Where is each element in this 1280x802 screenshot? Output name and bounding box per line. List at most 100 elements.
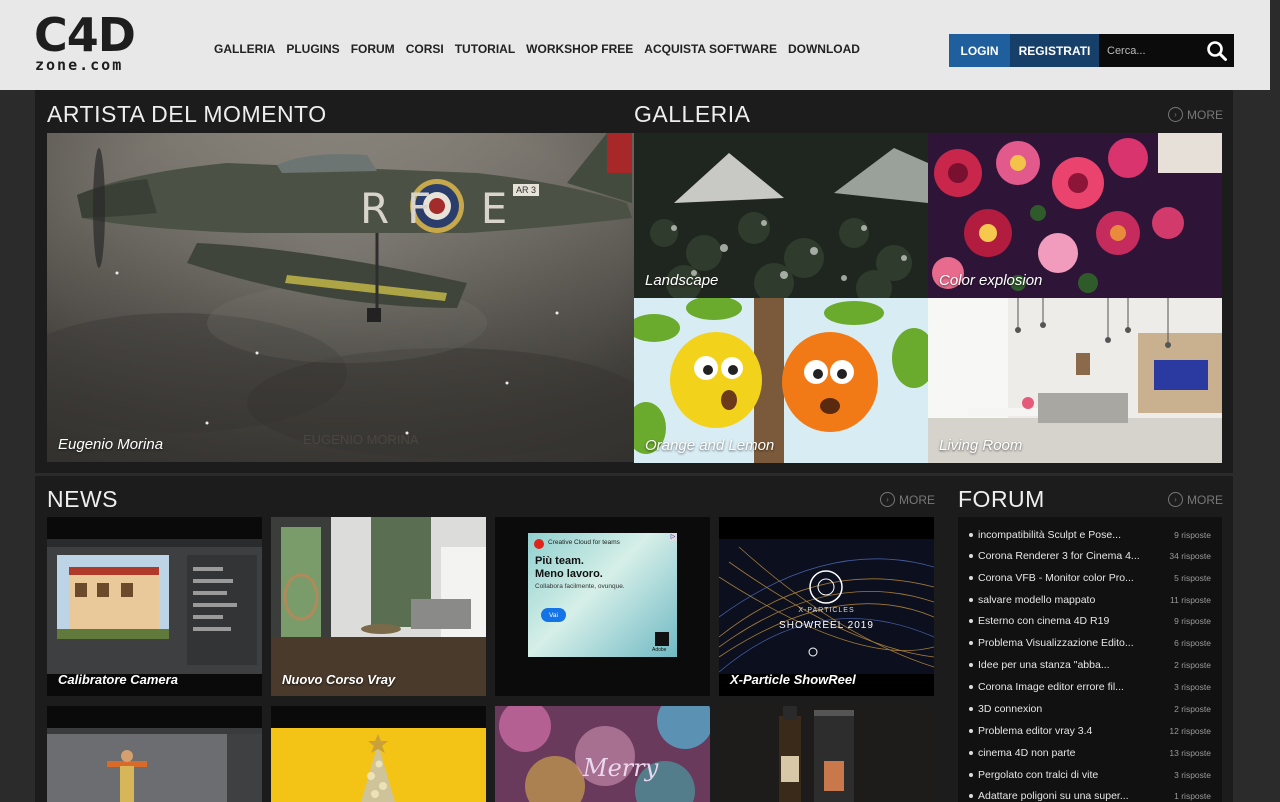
- news-section-title: NEWS: [47, 486, 118, 512]
- gallery-section-title: GALLERIA: [634, 101, 751, 127]
- news-item[interactable]: X-PARTICLES SHOWREEL 2019 X-Particle Sho…: [719, 517, 934, 696]
- bullet-icon: [969, 619, 973, 623]
- ad-choices-icon[interactable]: ▷: [669, 533, 677, 541]
- register-button[interactable]: REGISTRATI: [1010, 34, 1099, 67]
- nav-corsi[interactable]: CORSI: [406, 42, 444, 56]
- search-input[interactable]: [1099, 34, 1199, 67]
- forum-topic[interactable]: Idee per una stanza "abba... 2 risposte: [958, 654, 1222, 676]
- creative-cloud-icon: [534, 539, 544, 549]
- bullet-icon: [969, 554, 973, 558]
- gallery-more-link[interactable]: › MORE: [1168, 107, 1223, 122]
- nav-tutorial[interactable]: TUTORIAL: [455, 42, 515, 56]
- chevron-right-icon: ›: [1168, 107, 1183, 122]
- forum-topic-replies: 9 risposte: [1174, 530, 1211, 540]
- vray-course-image: [271, 517, 486, 696]
- forum-topic-title[interactable]: Idee per una stanza "abba...: [978, 659, 1110, 671]
- more-label: MORE: [1187, 107, 1223, 122]
- news-caption: Calibratore Camera: [58, 672, 178, 687]
- ad-cta-button[interactable]: Vai: [541, 608, 566, 622]
- forum-topic-title[interactable]: incompatibilità Sculpt e Pose...: [978, 529, 1121, 541]
- nav-workshop-free[interactable]: WORKSHOP FREE: [526, 42, 633, 56]
- news-item[interactable]: [719, 706, 934, 802]
- site-logo[interactable]: C4D zone.com: [34, 12, 174, 76]
- camera-calibrator-image: [47, 517, 262, 696]
- ad-brand: Creative Cloud for teams: [548, 539, 620, 546]
- gallery-caption: Color explosion: [939, 272, 1043, 289]
- forum-topic-title[interactable]: Corona Renderer 3 for Cinema 4...: [978, 550, 1140, 562]
- artist-tile[interactable]: RF E AR 3 EUGENIO MORINA Eugenio Morina: [47, 133, 634, 462]
- forum-topic-replies: 6 risposte: [1174, 638, 1211, 648]
- forum-more-link[interactable]: › MORE: [1168, 492, 1223, 507]
- news-item[interactable]: Calibratore Camera: [47, 517, 262, 696]
- gallery-item[interactable]: Orange and Lemon: [634, 298, 928, 463]
- forum-list: incompatibilità Sculpt e Pose... 9 rispos…: [958, 517, 1222, 802]
- news-more-link[interactable]: › MORE: [880, 492, 935, 507]
- nav-forum[interactable]: FORUM: [351, 42, 395, 56]
- adobe-logo-icon: [655, 632, 669, 646]
- bullet-icon: [969, 641, 973, 645]
- gallery-caption: Orange and Lemon: [645, 437, 775, 454]
- merry-text: Merry: [583, 754, 659, 782]
- forum-topic-title[interactable]: Pergolato con tralci di vite: [978, 769, 1098, 781]
- forum-topic-title[interactable]: Corona VFB - Monitor color Pro...: [978, 572, 1134, 584]
- ad-headline-2: Meno lavoro.: [535, 568, 603, 580]
- chevron-right-icon: ›: [1168, 492, 1183, 507]
- news-item[interactable]: [47, 706, 262, 802]
- forum-topic[interactable]: incompatibilità Sculpt e Pose... 9 rispos…: [958, 524, 1222, 546]
- forum-topic-title[interactable]: Problema Visualizzazione Edito...: [978, 637, 1134, 649]
- news-item[interactable]: Merry: [495, 706, 710, 802]
- bullet-icon: [969, 533, 973, 537]
- christmas-tree-image: [271, 706, 486, 802]
- forum-topic-title[interactable]: Adattare poligoni su una super...: [978, 790, 1129, 802]
- nav-acquista-software[interactable]: ACQUISTA SOFTWARE: [644, 42, 777, 56]
- forum-topic[interactable]: salvare modello mappato 11 risposte: [958, 589, 1222, 611]
- forum-topic-title[interactable]: Corona Image editor errore fil...: [978, 681, 1124, 693]
- forum-topic-title[interactable]: Problema editor vray 3.4: [978, 725, 1092, 737]
- character-rig-image: [47, 706, 262, 802]
- forum-topic-replies: 3 risposte: [1174, 682, 1211, 692]
- bullet-icon: [969, 707, 973, 711]
- gallery-caption: Living Room: [939, 437, 1023, 454]
- news-caption: X-Particle ShowReel: [730, 672, 856, 687]
- forum-topic-replies: 9 risposte: [1174, 616, 1211, 626]
- forum-topic[interactable]: Corona VFB - Monitor color Pro... 5 rispo…: [958, 567, 1222, 589]
- gallery-item[interactable]: Landscape: [634, 133, 928, 298]
- news-caption: Nuovo Corso Vray: [282, 672, 396, 687]
- forum-topic-replies: 2 risposte: [1174, 704, 1211, 714]
- forum-topic-replies: 12 risposte: [1169, 726, 1211, 736]
- more-label: MORE: [1187, 492, 1223, 507]
- forum-topic-title[interactable]: cinema 4D non parte: [978, 747, 1075, 759]
- forum-topic[interactable]: Corona Renderer 3 for Cinema 4... 34 risp…: [958, 545, 1222, 567]
- forum-topic-title[interactable]: Esterno con cinema 4D R19: [978, 615, 1109, 627]
- forum-topic-title[interactable]: 3D connexion: [978, 703, 1042, 715]
- forum-topic-replies: 13 risposte: [1169, 748, 1211, 758]
- news-item[interactable]: [271, 706, 486, 802]
- gallery-item[interactable]: Living Room: [928, 298, 1222, 463]
- forum-topic[interactable]: Esterno con cinema 4D R19 9 risposte: [958, 610, 1222, 632]
- forum-topic[interactable]: 3D connexion 2 risposte: [958, 698, 1222, 720]
- forum-topic-replies: 2 risposte: [1174, 660, 1211, 670]
- gallery-item[interactable]: Color explosion: [928, 133, 1222, 298]
- login-button[interactable]: LOGIN: [949, 34, 1010, 67]
- news-item-ad[interactable]: Creative Cloud for teams Più team. Meno …: [495, 517, 710, 696]
- forum-topic[interactable]: Corona Image editor errore fil... 3 rispo…: [958, 676, 1222, 698]
- forum-topic[interactable]: Pergolato con tralci di vite 3 risposte: [958, 764, 1222, 786]
- forum-topic-title[interactable]: salvare modello mappato: [978, 594, 1095, 606]
- logo-subtext: zone.com: [35, 56, 124, 74]
- nav-plugins[interactable]: PLUGINS: [286, 42, 339, 56]
- forum-topic[interactable]: cinema 4D non parte 13 risposte: [958, 742, 1222, 764]
- forum-section-title: FORUM: [958, 486, 1045, 512]
- nav-galleria[interactable]: GALLERIA: [214, 42, 275, 56]
- nav-download[interactable]: DOWNLOAD: [788, 42, 860, 56]
- forum-topic[interactable]: Problema Visualizzazione Edito... 6 rispo…: [958, 632, 1222, 654]
- forum-topic[interactable]: Problema editor vray 3.4 12 risposte: [958, 720, 1222, 742]
- news-item[interactable]: Nuovo Corso Vray: [271, 517, 486, 696]
- bullet-icon: [969, 773, 973, 777]
- search-icon[interactable]: [1206, 40, 1228, 62]
- ad-banner[interactable]: Creative Cloud for teams Più team. Meno …: [528, 533, 677, 657]
- artist-caption: Eugenio Morina: [58, 436, 164, 453]
- forum-topic[interactable]: Adattare poligoni su una super... 1 rispo…: [958, 785, 1222, 802]
- plane-marking: RF E: [360, 184, 526, 233]
- logo-text: C4D: [34, 8, 136, 62]
- bullet-icon: [969, 794, 973, 798]
